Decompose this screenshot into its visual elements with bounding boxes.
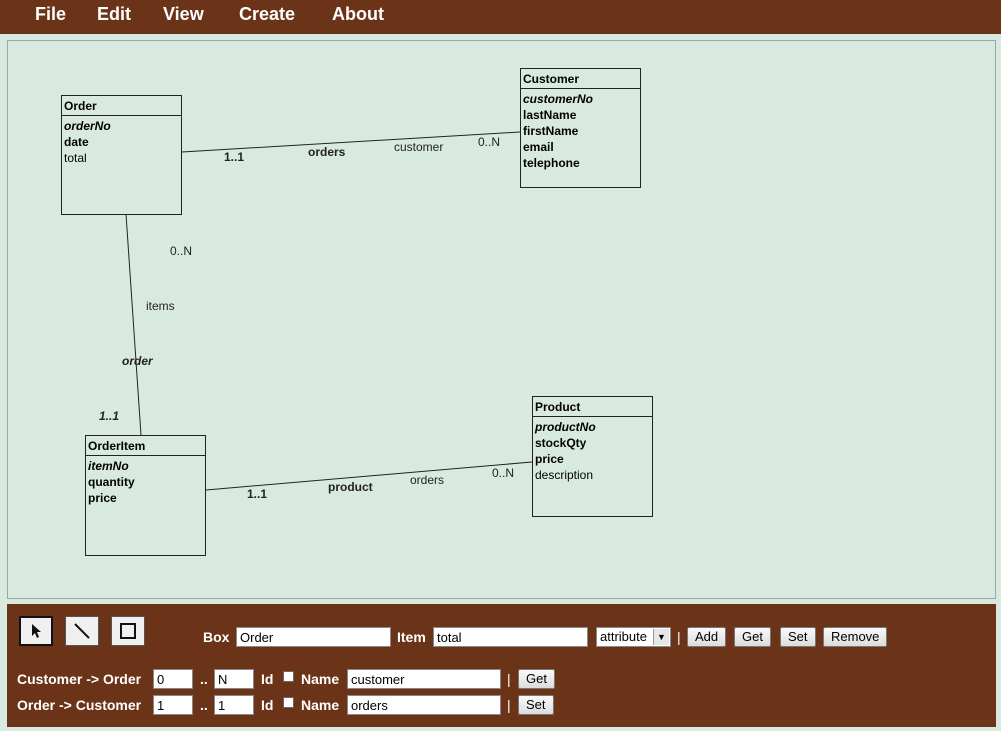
role-label: items [146,299,175,313]
attribute-key: productNo [535,420,596,434]
entity-order[interactable]: Order orderNo date total [61,95,182,215]
remove-button[interactable]: Remove [823,627,888,647]
attribute-key: orderNo [64,119,111,133]
min-multiplicity-input[interactable] [153,669,193,689]
role-label: orders [410,473,445,487]
select-tool-button[interactable] [19,616,53,646]
square-icon [120,623,136,639]
set-relation-button[interactable]: Set [518,695,554,715]
add-button[interactable]: Add [687,627,727,647]
range-dots: .. [200,671,208,687]
item-label: Item [397,629,426,645]
separator: | [507,671,511,687]
link-order-orderitem[interactable] [125,213,142,436]
chevron-down-icon: ▼ [653,629,669,645]
cursor-arrow-icon [32,624,41,638]
separator: | [677,629,681,645]
entity-title: Product [533,397,652,417]
item-name-input[interactable] [433,627,588,647]
relation-direction-label: Customer -> Order [17,671,142,687]
attribute: description [535,468,594,482]
attribute: price [88,491,117,505]
role-label: product [328,480,373,494]
role-label: customer [394,140,444,154]
menu-edit[interactable]: Edit [97,4,131,25]
diagram-canvas[interactable]: Order orderNo date total Customer custom… [7,40,996,599]
attribute: stockQty [535,436,587,450]
box-name-input[interactable] [236,627,391,647]
menu-about[interactable]: About [332,4,384,25]
multiplicity-label: 1..1 [224,150,245,164]
attribute-key: customerNo [523,92,594,106]
max-multiplicity-input[interactable] [214,669,254,689]
min-multiplicity-input[interactable] [153,695,193,715]
role-name-input[interactable] [347,695,501,715]
attribute: total [64,151,87,165]
role-label: orders [308,145,346,159]
multiplicity-label: 1..1 [99,409,120,423]
separator: | [507,697,511,713]
line-tool-button[interactable] [65,616,99,646]
role-name-input[interactable] [347,669,501,689]
entity-title: Customer [521,69,640,89]
multiplicity-label: 0..N [478,135,501,149]
get-button[interactable]: Get [734,627,771,647]
toolbar: Box Item attribute ▼ | Add Get Set Remov… [7,604,996,727]
id-checkbox[interactable] [283,671,294,682]
name-label: Name [301,671,340,687]
set-button[interactable]: Set [780,627,816,647]
attribute: quantity [88,475,135,489]
box-label: Box [203,629,230,645]
attribute: price [535,452,564,466]
multiplicity-label: 1..1 [247,487,268,501]
attribute: email [523,140,554,154]
box-tool-button[interactable] [111,616,145,646]
attribute: firstName [523,124,579,138]
menu-create[interactable]: Create [239,4,295,25]
entity-title: OrderItem [86,436,205,456]
entity-product[interactable]: Product productNo stockQty price descrip… [532,396,653,517]
menu-bar: File Edit View Create About [0,0,1001,34]
id-label: Id [261,697,274,713]
diagonal-line-icon [74,623,90,639]
range-dots: .. [200,697,208,713]
role-label: order [122,354,153,368]
entity-title: Order [62,96,181,116]
menu-view[interactable]: View [163,4,204,25]
name-label: Name [301,697,340,713]
attribute: telephone [523,156,580,170]
item-type-value: attribute [600,629,647,644]
entity-customer[interactable]: Customer customerNo lastName firstName e… [520,68,641,188]
id-checkbox[interactable] [283,697,294,708]
item-type-select[interactable]: attribute ▼ [596,627,671,647]
attribute-key: itemNo [88,459,129,473]
link-order-customer[interactable] [181,131,521,153]
multiplicity-label: 0..N [170,244,193,258]
relation-direction-label: Order -> Customer [17,697,142,713]
attribute: lastName [523,108,577,122]
entity-orderitem[interactable]: OrderItem itemNo quantity price [85,435,206,556]
attribute: date [64,135,89,149]
get-relation-button[interactable]: Get [518,669,555,689]
max-multiplicity-input[interactable] [214,695,254,715]
menu-file[interactable]: File [35,4,66,25]
multiplicity-label: 0..N [492,466,515,480]
id-label: Id [261,671,274,687]
